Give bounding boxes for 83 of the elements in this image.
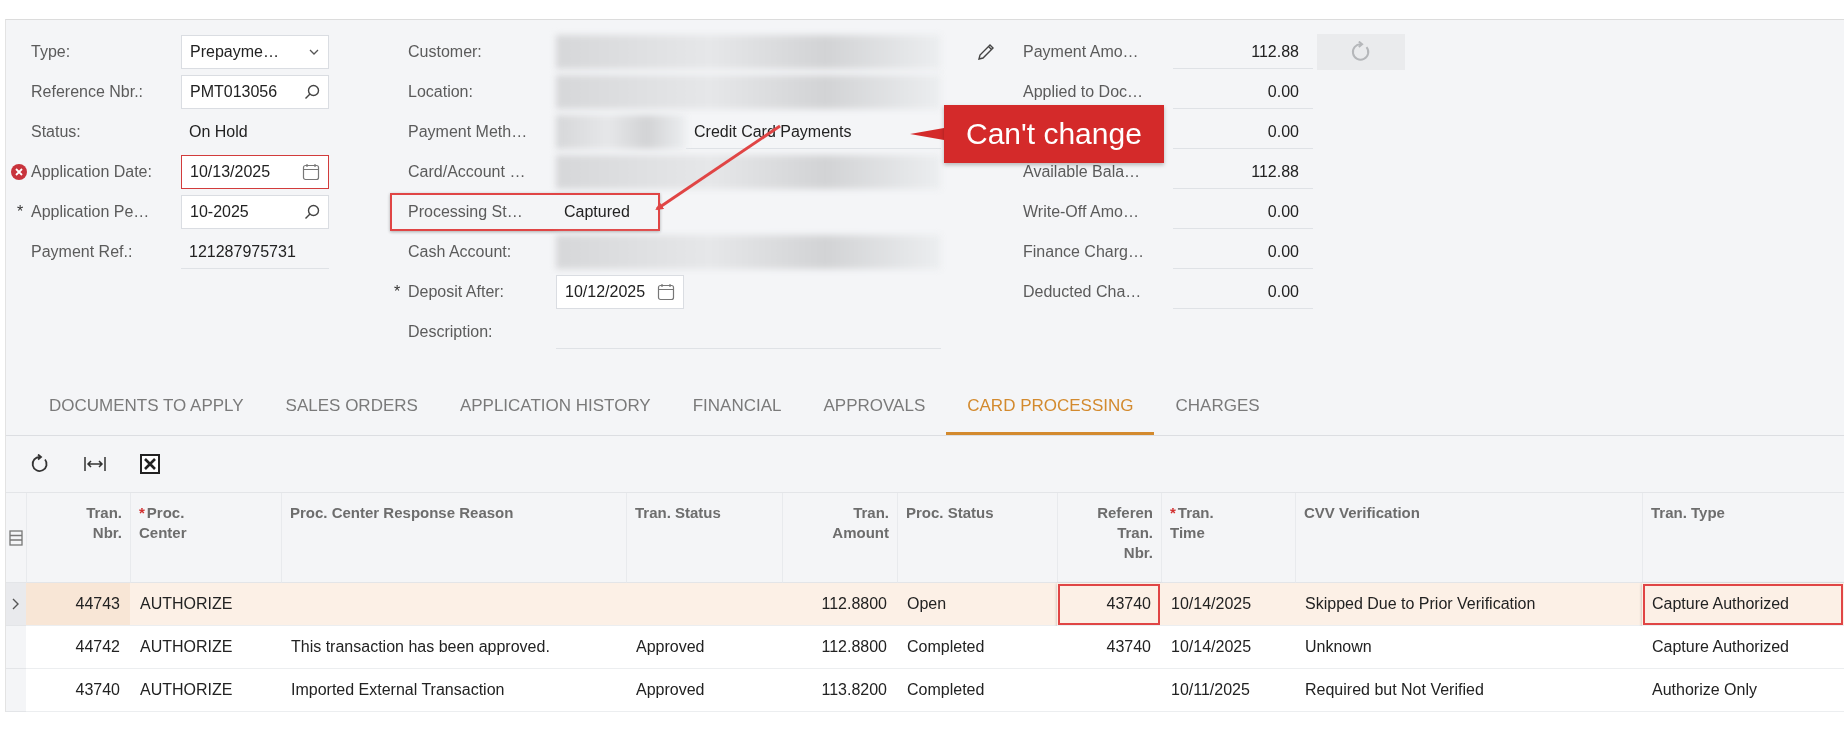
table-cell: 44743 — [26, 583, 130, 626]
field-label: Finance Charg… — [1023, 243, 1145, 261]
table-cell: 10/11/2025 — [1161, 669, 1295, 712]
field-label: Application Pe… — [31, 203, 151, 221]
field-value: 121287975731 — [181, 235, 329, 269]
search-icon — [304, 84, 320, 100]
amount-value: 112.88 — [1173, 35, 1313, 69]
field-label: Cash Account: — [408, 243, 513, 261]
field-label: Description: — [408, 323, 494, 341]
chevron-right-icon — [11, 597, 21, 611]
amount-value: 0.00 — [1173, 115, 1313, 149]
field-label: Applied to Doc… — [1023, 83, 1145, 101]
field-label: Type: — [31, 43, 72, 61]
search-icon — [304, 204, 320, 220]
lookup-field[interactable]: 10-2025 — [181, 195, 329, 229]
table-cell: 10/14/2025 — [1161, 583, 1295, 626]
field-label: Deposit After: — [408, 283, 506, 301]
table-cell: This transaction has been approved. — [281, 626, 626, 669]
table-cell: 43740 — [26, 669, 130, 712]
calendar-icon — [302, 163, 320, 181]
amount-value: 112.88 — [1173, 155, 1313, 189]
field-label: Card/Account … — [408, 163, 527, 181]
table-cell: AUTHORIZE — [130, 626, 281, 669]
table-cell: Imported External Transaction — [281, 669, 626, 712]
field-label: Processing St… — [408, 203, 524, 221]
field-label: Payment Meth… — [408, 123, 529, 141]
field-label: Reference Nbr.: — [31, 83, 145, 101]
field-label: Application Date: — [31, 163, 153, 181]
table-cell: Completed — [897, 626, 1057, 669]
tab[interactable]: DOCUMENTS TO APPLY — [28, 379, 265, 436]
table-cell: Authorize Only — [1642, 669, 1844, 712]
amount-value: 0.00 — [1173, 75, 1313, 109]
field-label: Write-Off Amo… — [1023, 203, 1140, 221]
required-mark: * — [17, 203, 25, 221]
columns-icon[interactable] — [9, 529, 23, 546]
table-cell: AUTHORIZE — [130, 583, 281, 626]
tab[interactable]: CHARGES — [1154, 379, 1281, 436]
table-cell: Capture Authorized — [1642, 583, 1844, 626]
calendar-icon — [657, 283, 675, 301]
tab[interactable]: APPLICATION HISTORY — [438, 379, 672, 436]
required-mark: * — [394, 283, 402, 301]
callout: Can't change — [910, 105, 1164, 163]
field-label: Deducted Cha… — [1023, 283, 1143, 301]
lookup-field[interactable]: PMT013056 — [181, 75, 329, 109]
refresh-icon — [30, 454, 50, 475]
amount-value: 0.00 — [1173, 195, 1313, 229]
table-cell: Required but Not Verified — [1295, 669, 1642, 712]
field-value: On Hold — [188, 123, 248, 141]
table-cell: Approved — [626, 626, 782, 669]
table-cell: 112.8800 — [782, 626, 897, 669]
amount-value: 0.00 — [1173, 235, 1313, 269]
table-cell: Capture Authorized — [1642, 626, 1844, 669]
spreadsheet-icon — [140, 454, 160, 475]
tab[interactable]: APPROVALS — [802, 379, 947, 436]
date-field[interactable]: 10/13/2025 — [181, 155, 329, 189]
table-cell: 44742 — [26, 626, 130, 669]
table-cell: 43740 — [1057, 583, 1161, 626]
tab[interactable]: CARD PROCESSING — [946, 379, 1155, 436]
table-cell: 113.8200 — [782, 669, 897, 712]
callout-pointer — [910, 128, 944, 140]
tab[interactable]: SALES ORDERS — [264, 379, 439, 436]
field-value: Captured — [563, 203, 630, 221]
field-label: Customer: — [408, 43, 483, 61]
table-cell: AUTHORIZE — [130, 669, 281, 712]
table-cell: Skipped Due to Prior Verification — [1295, 583, 1642, 626]
edit-icon[interactable] — [976, 42, 996, 62]
field-label: Payment Ref.: — [31, 243, 134, 261]
field-label: Available Bala… — [1023, 163, 1142, 181]
field-label: Payment Amo… — [1023, 43, 1140, 61]
refresh-icon — [1350, 41, 1372, 63]
date-field[interactable]: 10/12/2025 — [556, 275, 684, 309]
table-cell: 43740 — [1057, 626, 1161, 669]
tab[interactable]: FINANCIAL — [671, 379, 803, 436]
table-cell: Unknown — [1295, 626, 1642, 669]
table-cell: 10/14/2025 — [1161, 626, 1295, 669]
table-cell: Open — [897, 583, 1057, 626]
table-cell: Approved — [626, 669, 782, 712]
field-label: Status: — [31, 123, 82, 141]
amount-value: 0.00 — [1173, 275, 1313, 309]
table-cell: Completed — [897, 669, 1057, 712]
table-cell: 112.8800 — [782, 583, 897, 626]
field-label: Location: — [408, 83, 474, 101]
type-dropdown[interactable]: Prepayme… — [181, 35, 329, 69]
